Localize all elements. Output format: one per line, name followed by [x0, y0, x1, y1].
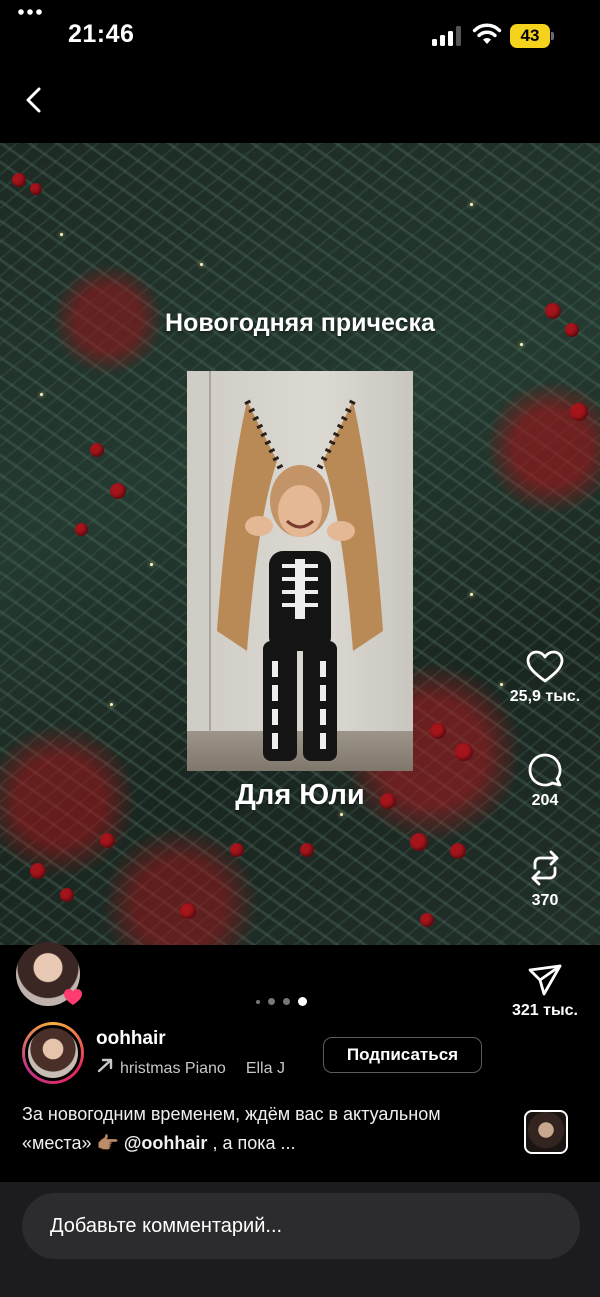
pager-dot: [283, 998, 290, 1005]
caption-mention[interactable]: @oohhair: [124, 1133, 208, 1153]
pager-dot: [268, 998, 275, 1005]
like-button[interactable]: 25,9 тыс.: [495, 650, 595, 706]
share-button[interactable]: 321 тыс.: [495, 962, 595, 1020]
carousel-pager: [256, 996, 326, 1008]
author-avatar[interactable]: [22, 1022, 84, 1084]
arrow-up-right-icon: [97, 1058, 113, 1073]
like-count: 25,9 тыс.: [509, 688, 581, 705]
comment-button[interactable]: 204: [495, 752, 595, 810]
pager-dot: [256, 1000, 260, 1004]
repost-count: 370: [531, 892, 559, 909]
battery-level: 43: [520, 26, 540, 45]
audio-thumbnail[interactable]: [524, 1110, 568, 1154]
pager-dot-active: [298, 997, 307, 1006]
music-info[interactable]: hristmas Piano Ella J: [96, 1057, 306, 1079]
post-caption[interactable]: За новогодним временем, ждём вас в актуа…: [22, 1100, 502, 1158]
author-username[interactable]: oohhair: [96, 1028, 166, 1050]
comment-bubble-icon: [528, 753, 562, 787]
follow-button[interactable]: Подписаться: [323, 1037, 482, 1073]
repost-button[interactable]: 370: [495, 848, 595, 910]
repost-icon: [531, 850, 559, 886]
battery-indicator: 43: [510, 24, 554, 48]
heart-icon: [526, 650, 564, 683]
cellular-signal-icon: [432, 26, 461, 46]
girl-with-hairstyle-illustration: [217, 399, 383, 761]
comment-count: 204: [531, 792, 559, 809]
paper-plane-icon: [528, 964, 562, 996]
back-button[interactable]: [18, 84, 50, 116]
heart-badge-icon: [64, 989, 82, 1005]
wifi-icon: [472, 23, 502, 44]
status-bar: 21:46 43: [0, 0, 600, 72]
overlay-title-top: Новогодняя прическа: [165, 309, 435, 337]
music-artist: Ella J: [245, 1060, 285, 1077]
status-time: 21:46: [68, 20, 135, 48]
music-track: hristmas Piano: [120, 1060, 226, 1077]
comment-input[interactable]: Добавьте комментарий...: [22, 1193, 580, 1259]
hairstyle-photo: [187, 371, 413, 771]
share-count: 321 тыс.: [512, 1002, 578, 1019]
post-image[interactable]: Новогодняя прическа Для Юли: [0, 143, 600, 945]
caption-text-end: , а пока ...: [207, 1133, 296, 1153]
